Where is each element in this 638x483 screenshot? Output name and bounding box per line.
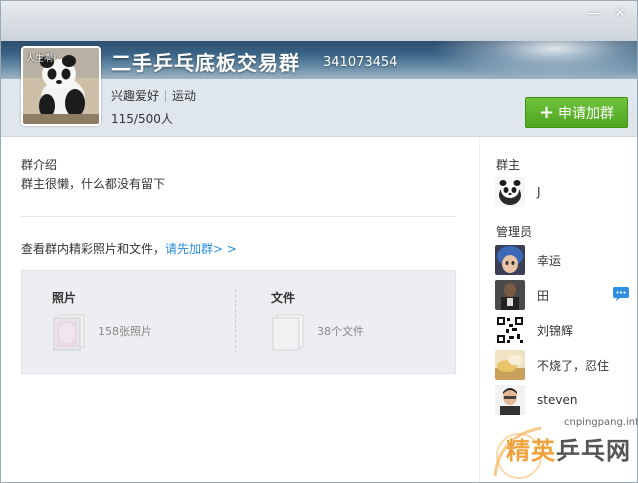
admin-name-3: 刘锦辉 [537, 323, 574, 338]
section-divider [21, 216, 456, 217]
admin-member-1[interactable]: 幸运 [495, 245, 631, 275]
plus-icon: + [538, 101, 555, 123]
photos-thumbnail-icon[interactable] [52, 313, 86, 351]
close-button[interactable]: ✕ [613, 7, 627, 21]
files-count[interactable]: 38个文件 [317, 323, 364, 339]
prompt-text: 查看群内精彩照片和文件， [21, 242, 166, 256]
watermark-text: 精英乒乓网 [506, 431, 631, 466]
intro-description: 群主很懒，什么都没有留下 [21, 177, 166, 191]
blue-hair-avatar-icon [495, 245, 525, 275]
admin-member-2[interactable]: 田 [495, 280, 631, 310]
admin-member-4[interactable]: 不烧了，忍住 [495, 350, 631, 380]
member-count: 115/500人 [111, 112, 173, 126]
admin-member-5[interactable]: steven [495, 385, 631, 415]
tag-separator [165, 89, 167, 102]
food-avatar-icon [495, 350, 525, 380]
man-avatar-icon [495, 385, 525, 415]
owner-member[interactable]: J [495, 177, 631, 207]
join-first-link[interactable]: 请先加群> > [165, 242, 237, 256]
player-avatar-icon [495, 280, 525, 310]
watermark-text-a: 精英 [506, 437, 556, 465]
tag-subcategory[interactable]: 运动 [172, 87, 196, 104]
group-profile-window: — ✕ 人生啊! 二手乒乓底板交易群 341073454 兴趣爱好 运动 115… [0, 0, 638, 483]
qr-code-avatar-icon [495, 315, 525, 345]
owner-name: J [537, 185, 541, 199]
minimize-button[interactable]: — [587, 7, 601, 21]
group-avatar[interactable]: 人生啊! [21, 46, 101, 126]
watermark-site: cnpingpang.info [564, 417, 638, 428]
media-panel: 照片 158张照片 文件 38个文件 [21, 270, 456, 374]
column-divider [479, 138, 480, 482]
intro-title: 群介绍 [21, 158, 58, 172]
photos-title: 照片 [52, 291, 77, 305]
join-group-button[interactable]: + 申请加群 [525, 97, 628, 128]
window-controls: — ✕ [587, 7, 627, 21]
admin-member-3[interactable]: 刘锦辉 [495, 315, 631, 345]
files-title: 文件 [271, 291, 296, 305]
join-prompt: 查看群内精彩照片和文件，请先加群> > [21, 240, 237, 257]
join-button-label: 申请加群 [558, 105, 615, 122]
group-id: 341073454 [323, 55, 398, 70]
panda-avatar-icon [495, 177, 525, 207]
photos-count[interactable]: 158张照片 [98, 323, 152, 339]
group-name: 二手乒乓底板交易群 [111, 51, 300, 75]
admin-title: 管理员 [496, 225, 533, 239]
media-separator [235, 289, 236, 353]
watermark-text-b: 乒乓网 [556, 437, 631, 465]
admin-name-1: 幸运 [537, 253, 562, 268]
group-tags: 兴趣爱好 运动 [111, 87, 196, 104]
avatar-caption: 人生啊! [26, 54, 57, 64]
files-folder-icon[interactable] [271, 313, 305, 351]
chat-bubble-icon[interactable] [613, 287, 629, 301]
owner-title: 群主 [496, 158, 521, 172]
admin-name-4: 不烧了，忍住 [537, 358, 610, 373]
admin-name-2: 田 [537, 288, 550, 303]
admin-name-5: steven [537, 393, 578, 407]
tag-category[interactable]: 兴趣爱好 [111, 87, 159, 104]
